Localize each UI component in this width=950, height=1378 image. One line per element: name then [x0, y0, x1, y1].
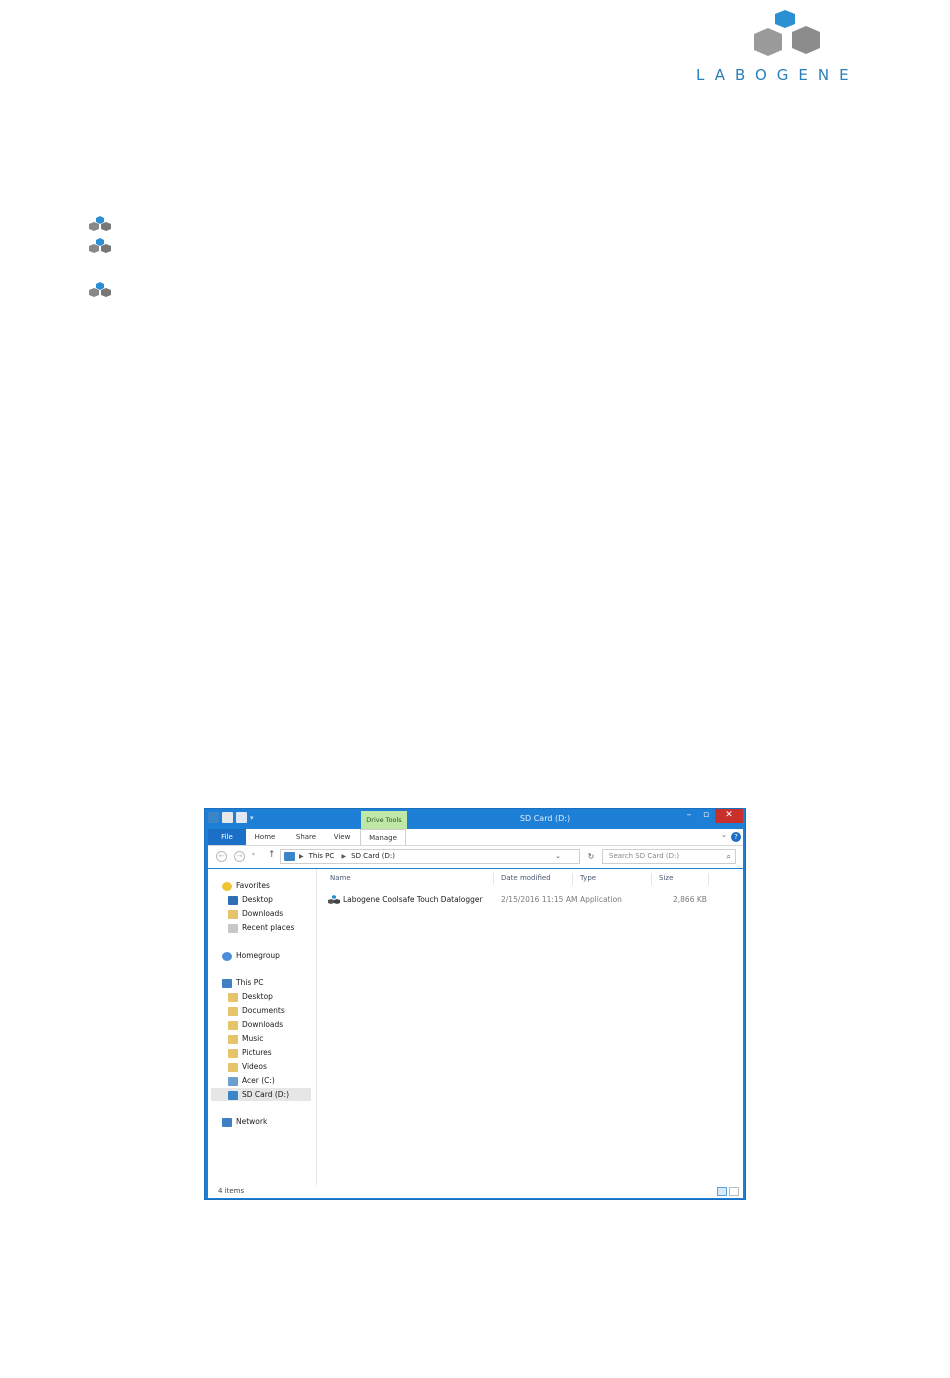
chevron-right-icon[interactable]: ▶	[342, 853, 347, 860]
nav-favorites-downloads[interactable]: Downloads	[228, 907, 283, 920]
homegroup-icon	[222, 951, 232, 961]
customize-toolbar-icon[interactable]: ▾	[250, 814, 254, 822]
status-bar: 4 items	[208, 1185, 743, 1198]
nav-favorites-recent[interactable]: Recent places	[228, 921, 294, 934]
nav-pc-documents[interactable]: Documents	[228, 1004, 285, 1017]
column-divider[interactable]	[493, 873, 494, 885]
folder-icon	[228, 992, 238, 1002]
tab-manage[interactable]: Manage	[360, 829, 406, 845]
quick-access-toolbar: ▾	[208, 812, 254, 823]
column-header-size[interactable]: Size	[659, 874, 673, 882]
refresh-icon[interactable]: ↻	[584, 849, 598, 864]
tab-file[interactable]: File	[208, 829, 246, 845]
minimize-button[interactable]: –	[679, 809, 699, 823]
drive-icon	[228, 1076, 238, 1086]
properties-icon[interactable]	[222, 812, 233, 823]
breadcrumb-sd-card[interactable]: SD Card (D:)	[351, 852, 395, 860]
navigation-bar: ← → ▾ ↑ ▶ This PC ▶ SD Card (D:) ⌄ ↻ Searc…	[208, 846, 743, 868]
maximize-button[interactable]: ▫	[699, 809, 713, 823]
tab-home[interactable]: Home	[250, 829, 280, 845]
help-icon[interactable]: ?	[731, 832, 741, 842]
nav-pc-downloads[interactable]: Downloads	[228, 1018, 283, 1031]
file-date-modified: 2/15/2016 11:15 AM	[501, 895, 578, 904]
column-divider[interactable]	[651, 873, 652, 885]
search-input[interactable]: Search SD Card (D:) ⌕	[602, 849, 736, 864]
computer-icon	[222, 978, 232, 988]
file-explorer-window: ▾ Drive Tools SD Card (D:) – ▫ ✕ File Ho…	[204, 808, 746, 1200]
nav-favorites[interactable]: Favorites	[222, 879, 270, 892]
sd-card-icon	[284, 852, 295, 861]
column-header-date[interactable]: Date modified	[501, 874, 551, 882]
up-button[interactable]: ↑	[268, 850, 276, 860]
bullet-logo-icon	[89, 216, 111, 231]
star-icon	[222, 881, 232, 891]
search-placeholder: Search SD Card (D:)	[609, 852, 680, 860]
nav-favorites-desktop[interactable]: Desktop	[228, 893, 273, 906]
nav-pc-acer-c[interactable]: Acer (C:)	[228, 1074, 275, 1087]
brand-wordmark: LABOGENE	[696, 66, 859, 84]
chevron-right-icon[interactable]: ▶	[299, 853, 304, 860]
bullet-logo-icon	[89, 282, 111, 297]
table-row[interactable]: Labogene Coolsafe Touch Datalogger 2/15/…	[318, 893, 738, 907]
nav-pc-videos[interactable]: Videos	[228, 1060, 267, 1073]
folder-icon	[228, 1062, 238, 1072]
tab-share[interactable]: Share	[288, 829, 324, 845]
column-header-type[interactable]: Type	[580, 874, 596, 882]
folder-icon	[228, 1048, 238, 1058]
new-folder-icon[interactable]	[236, 812, 247, 823]
sd-card-icon	[208, 812, 219, 823]
details-view-button[interactable]	[717, 1187, 727, 1196]
bullet-logo-icon	[89, 238, 111, 253]
item-count: 4 items	[218, 1187, 245, 1195]
file-name: Labogene Coolsafe Touch Datalogger	[343, 895, 483, 904]
nav-this-pc[interactable]: This PC	[222, 976, 263, 989]
nav-pc-music[interactable]: Music	[228, 1032, 263, 1045]
search-icon[interactable]: ⌕	[727, 850, 731, 863]
large-icons-view-button[interactable]	[729, 1187, 739, 1196]
column-divider[interactable]	[572, 873, 573, 885]
nav-homegroup[interactable]: Homegroup	[222, 949, 280, 962]
drive-tools-label: Drive Tools	[361, 811, 407, 829]
nav-network[interactable]: Network	[222, 1115, 267, 1128]
nav-pc-desktop[interactable]: Desktop	[228, 990, 273, 1003]
folder-icon	[228, 1006, 238, 1016]
nav-pc-sd-card[interactable]: SD Card (D:)	[211, 1088, 311, 1101]
navigation-pane: Favorites Desktop Downloads Recent place…	[208, 869, 317, 1185]
file-list: Name Date modified Type Size Labogene Co…	[318, 869, 743, 1185]
column-divider[interactable]	[708, 873, 709, 885]
tab-view[interactable]: View	[326, 829, 358, 845]
nav-pc-pictures[interactable]: Pictures	[228, 1046, 272, 1059]
application-icon	[328, 895, 340, 904]
file-type: Application	[580, 895, 622, 904]
sd-card-icon	[228, 1090, 238, 1100]
desktop-icon	[228, 895, 238, 905]
recent-locations-icon[interactable]: ▾	[252, 851, 255, 858]
expand-ribbon-icon[interactable]: ⌄	[721, 831, 727, 839]
folder-icon	[228, 1034, 238, 1044]
recent-places-icon	[228, 923, 238, 933]
folder-icon	[228, 909, 238, 919]
window-title: SD Card (D:)	[519, 814, 571, 823]
column-header-name[interactable]: Name	[330, 874, 351, 882]
title-bar: ▾ Drive Tools SD Card (D:) – ▫ ✕	[205, 809, 745, 829]
folder-icon	[228, 1020, 238, 1030]
breadcrumb-this-pc[interactable]: This PC	[309, 852, 335, 860]
ribbon-tabs: File Home Share View Manage ⌄ ?	[208, 829, 743, 846]
network-icon	[222, 1117, 232, 1127]
forward-button[interactable]: →	[234, 851, 245, 862]
chevron-down-icon[interactable]: ⌄	[555, 850, 561, 863]
file-size: 2,866 KB	[673, 895, 707, 904]
close-button[interactable]: ✕	[715, 809, 743, 823]
address-bar[interactable]: ▶ This PC ▶ SD Card (D:) ⌄	[280, 849, 580, 864]
explorer-body: Favorites Desktop Downloads Recent place…	[208, 869, 743, 1185]
back-button[interactable]: ←	[216, 851, 227, 862]
